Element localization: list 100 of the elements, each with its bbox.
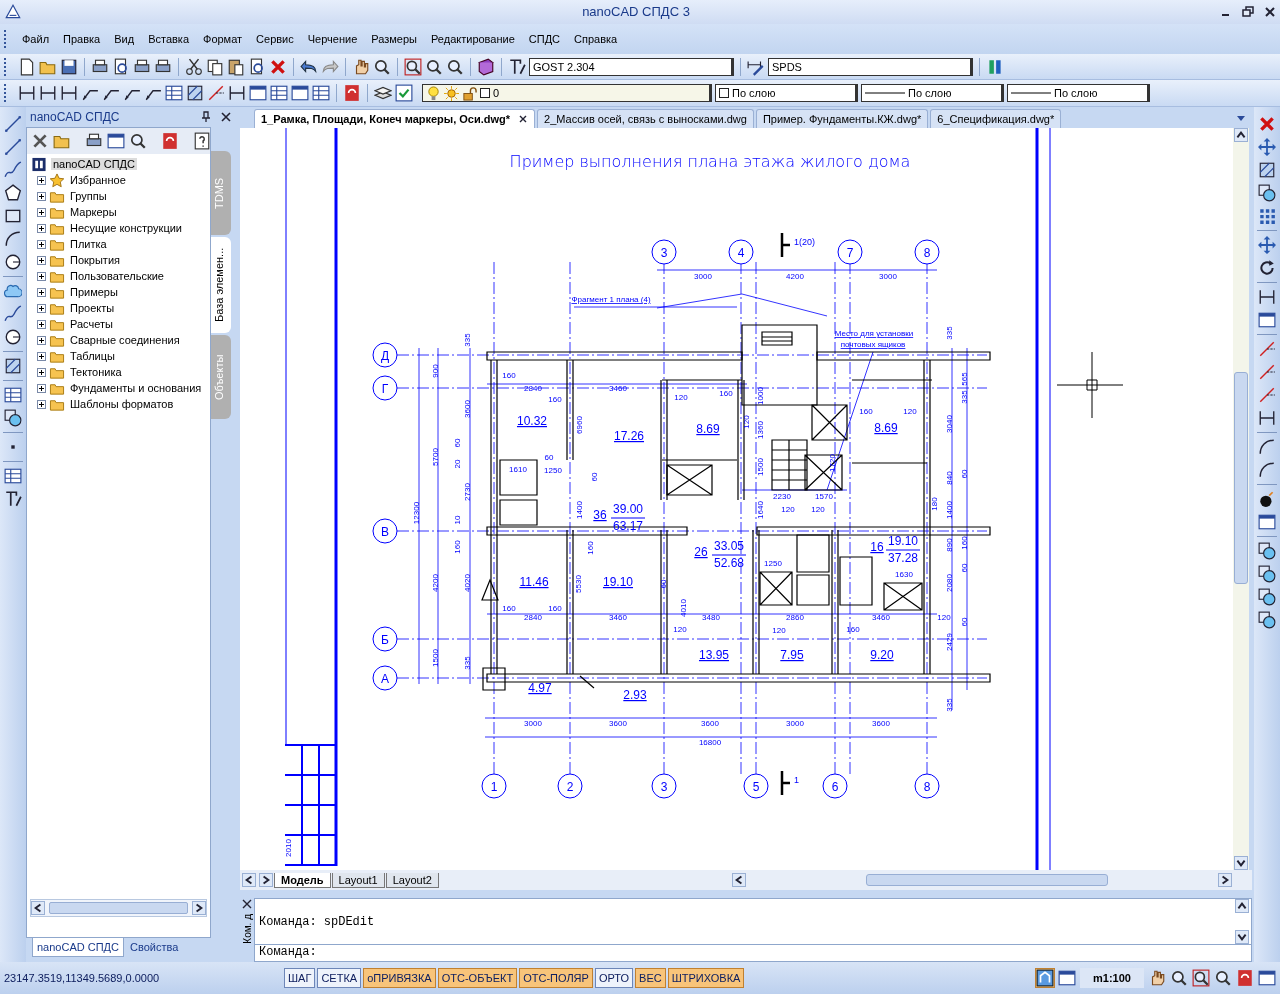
expand-icon[interactable] (37, 399, 46, 409)
tree-item[interactable]: Сварные соединения (68, 334, 182, 347)
tree-item[interactable]: Примеры (68, 286, 120, 299)
overlap-shapes-icon[interactable] (1258, 565, 1276, 584)
expand-icon[interactable] (37, 191, 46, 201)
scroll-right-icon[interactable] (259, 873, 273, 888)
trim-icon[interactable] (1258, 363, 1276, 382)
table-icon[interactable] (312, 84, 330, 103)
trim-icon[interactable] (207, 84, 225, 103)
menu-item[interactable]: Сервис (249, 30, 301, 47)
spline-icon[interactable] (4, 161, 22, 180)
table-icon[interactable] (270, 84, 288, 103)
menu-item[interactable]: Размеры (364, 30, 424, 47)
text-style-icon[interactable] (4, 490, 22, 509)
text-style-icon[interactable] (508, 57, 526, 76)
table-icon[interactable] (165, 84, 183, 103)
text-style-dropdown[interactable]: GOST 2.304 (529, 57, 734, 76)
mode-toggle[interactable]: ШАГ (284, 968, 316, 989)
menu-item[interactable]: Вид (107, 30, 142, 47)
scroll-right-icon[interactable] (1218, 873, 1232, 888)
table-icon[interactable] (4, 386, 22, 405)
help-icon[interactable] (193, 132, 211, 151)
hatch-icon[interactable] (186, 84, 204, 103)
layout-tab[interactable]: Модель (274, 872, 331, 888)
array-icon[interactable] (1258, 207, 1276, 226)
arc-icon[interactable] (4, 230, 22, 249)
command-input[interactable]: Команда: (255, 944, 1251, 962)
tree-item[interactable]: Расчеты (68, 318, 115, 331)
document-tab[interactable]: 6_Спецификация.dwg* (930, 109, 1062, 129)
dimension-icon[interactable] (1258, 288, 1276, 307)
mode-toggle[interactable]: ОТС-ОБЪЕКТ (437, 968, 518, 989)
tree-item[interactable]: Фундаменты и основания (68, 382, 204, 395)
panel-tab[interactable]: nanoCAD СПДС (32, 938, 124, 958)
tree-item[interactable]: nanoCAD СПДС (51, 158, 137, 171)
viewport-icon[interactable] (1058, 969, 1076, 988)
menu-item[interactable]: Формат (196, 30, 250, 47)
document-tab[interactable]: Пример. Фундаменты.КЖ.dwg* (755, 109, 929, 129)
tree-item[interactable]: Группы (68, 190, 109, 203)
linetype-dropdown[interactable]: По слою (861, 84, 1004, 103)
overlap-shapes-icon[interactable] (4, 409, 22, 428)
mode-toggle[interactable]: ШТРИХОВКА (667, 968, 745, 989)
mode-toggle[interactable]: СЕТКА (317, 968, 362, 989)
expand-icon[interactable] (37, 239, 46, 249)
expand-icon[interactable] (37, 223, 46, 233)
expand-icon[interactable] (37, 175, 46, 185)
arc-icon[interactable] (1258, 461, 1276, 480)
trim-icon[interactable] (1258, 386, 1276, 405)
expand-icon[interactable] (37, 271, 46, 281)
expand-icon[interactable] (37, 207, 46, 217)
menu-item[interactable]: Черчение (300, 30, 365, 47)
zoom-icon[interactable] (129, 132, 147, 151)
bomb-icon[interactable] (1258, 490, 1276, 509)
color-bars-icon[interactable] (986, 57, 1004, 76)
circle-icon[interactable] (4, 253, 22, 272)
scroll-right-icon[interactable] (192, 901, 206, 916)
spline-icon[interactable] (4, 305, 22, 324)
dimension-icon[interactable] (39, 84, 57, 103)
tree-item[interactable]: Несущие конструкции (68, 222, 184, 235)
tree-item[interactable]: Покрытия (68, 254, 122, 267)
window-icon[interactable] (107, 132, 125, 151)
dimension-style-dropdown[interactable]: SPDS (768, 57, 973, 76)
overlap-shapes-icon[interactable] (1258, 588, 1276, 607)
zoom-icon[interactable] (1170, 969, 1188, 988)
new-file-icon[interactable] (18, 57, 36, 76)
scissors-icon[interactable] (185, 57, 203, 76)
horizontal-scrollbar[interactable] (732, 873, 1232, 888)
tree-item[interactable]: Маркеры (68, 206, 119, 219)
close-icon[interactable] (241, 898, 253, 911)
line-icon[interactable] (4, 138, 22, 157)
zoom-icon[interactable] (425, 57, 443, 76)
circle-icon[interactable] (4, 328, 22, 347)
window-icon[interactable] (249, 84, 267, 103)
expand-icon[interactable] (37, 335, 46, 345)
dimension-icon[interactable] (18, 84, 36, 103)
zoom-window-icon[interactable] (1192, 969, 1210, 988)
hatch-icon[interactable] (4, 357, 22, 376)
color-dropdown[interactable]: По слою (715, 84, 858, 103)
panel-tab[interactable]: База элемен... (211, 237, 231, 334)
expand-icon[interactable] (37, 319, 46, 329)
close-icon[interactable] (220, 111, 232, 124)
scroll-down-icon[interactable] (1234, 856, 1248, 871)
scroll-left-icon[interactable] (242, 873, 256, 888)
overlap-shapes-icon[interactable] (1258, 184, 1276, 203)
pin-icon[interactable] (200, 111, 212, 124)
delete-icon[interactable] (1258, 115, 1276, 134)
mode-toggle[interactable]: ВЕС (635, 968, 666, 989)
expand-icon[interactable] (37, 255, 46, 265)
scale-readout[interactable]: m1:100 (1080, 968, 1144, 989)
tree-item[interactable]: Шаблоны форматов (68, 398, 176, 411)
dimension-icon[interactable] (1258, 409, 1276, 428)
delete-icon[interactable] (269, 57, 287, 76)
pentagon-icon[interactable] (4, 184, 22, 203)
document-tab[interactable]: 2_Массив осей, связь с выносками.dwg (537, 109, 754, 129)
tree-item[interactable]: Тектоника (68, 366, 124, 379)
scroll-up-icon[interactable] (1234, 128, 1248, 143)
rotate-icon[interactable] (1258, 259, 1276, 278)
expand-icon[interactable] (37, 383, 46, 393)
save-icon[interactable] (60, 57, 78, 76)
expand-icon[interactable] (37, 351, 46, 361)
zoom-icon[interactable] (446, 57, 464, 76)
